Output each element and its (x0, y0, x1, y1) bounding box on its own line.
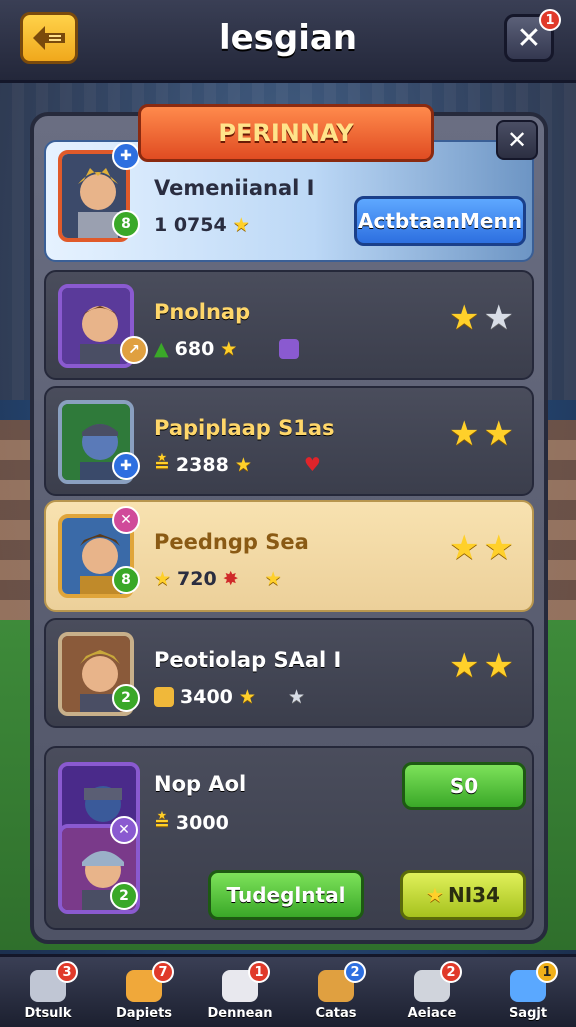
star-icon: ★ (449, 414, 484, 454)
panel-close-button[interactable]: ✕ (496, 120, 538, 160)
player-stat: ▲ 680 ★ (154, 338, 300, 360)
stat-value: 3000 (175, 812, 229, 834)
rating-stars: ★★ (449, 646, 518, 686)
gem-icon (279, 339, 300, 359)
stat-value: 720 (177, 568, 217, 590)
star-icon: ★ (483, 414, 518, 454)
star-badge-icon: ★ (264, 568, 282, 590)
nav-label: Dapiets (115, 1006, 173, 1021)
star-icon: ★ (483, 646, 518, 686)
nav-item-sagjt[interactable]: 1 Sagjt (480, 957, 576, 1027)
player-name: Pnolnap (154, 300, 251, 324)
nav-label: Catas (315, 1006, 357, 1021)
stat-value: 3400 (180, 686, 233, 708)
list-item[interactable]: ↗ Pnolnap ▲ 680 ★ ★★ (44, 270, 534, 380)
close-icon: ✕ (516, 20, 542, 56)
player-name: Papiplaap S1as (154, 416, 335, 440)
star-icon: ★ (449, 646, 484, 686)
notification-badge: 1 (539, 9, 561, 31)
list-item[interactable]: ✚ Papiplaap S1as ≛ 2388 ★ ♥ ★★ (44, 386, 534, 496)
rating-stars: ★★ (449, 528, 518, 568)
nav-item-dtsulk[interactable]: 3 Dtsulk (0, 957, 96, 1027)
star-icon: ★ (234, 454, 252, 476)
secondary-button[interactable]: Tudeglntal (208, 870, 364, 920)
heart-icon: ♥ (303, 454, 321, 476)
list-item-selected[interactable]: ✕ 8 Peedngp Sea ★ 720 ✸ ★ ★★ (44, 500, 534, 612)
class-badge: ✚ (112, 142, 140, 170)
arrow-up-icon: ▲ (154, 338, 169, 360)
page-title: lesgian (218, 18, 358, 58)
star-icon: ★ (232, 214, 250, 236)
notification-badge: 1 (536, 961, 558, 983)
notification-badge: 7 (152, 961, 174, 983)
rating-stars: ★★ (449, 298, 518, 338)
star-icon: ★ (220, 338, 238, 360)
action-button[interactable]: ActbtaanMenn (354, 196, 526, 246)
close-icon: ✕ (506, 126, 528, 154)
nav-item-aeiace[interactable]: 2 Aeiace (384, 957, 480, 1027)
confirm-button[interactable]: S0 (402, 762, 526, 810)
bottom-nav: 3 Dtsulk 7 Dapiets 1 Dennean 2 Catas 2 A… (0, 954, 576, 1027)
player-name: Peotiolap SAal I (154, 648, 342, 672)
star-icon: ★ (238, 686, 256, 708)
nav-item-dapiets[interactable]: 7 Dapiets (96, 957, 192, 1027)
class-badge: ✚ (112, 452, 140, 480)
stat-value: 680 (174, 338, 215, 360)
star-icon: ★ (426, 883, 444, 907)
player-name: Nop Aol (154, 772, 247, 796)
top-bar: lesgian ✕ 1 (0, 0, 576, 83)
player-name: Vemeniianal I (154, 176, 315, 200)
chest-icon (154, 687, 174, 707)
player-stat: ≛ 3000 (154, 812, 229, 834)
notification-badge: 2 (440, 961, 462, 983)
coin-icon: ≛ (154, 812, 170, 834)
notification-badge: 1 (248, 961, 270, 983)
player-name: Peedngp Sea (154, 530, 309, 554)
nav-label: Sagjt (508, 1006, 548, 1021)
list-item[interactable]: 2 Peotiolap SAal I 3400 ★ ★ ★★ (44, 618, 534, 728)
level-badge: 8 (112, 566, 140, 594)
notification-badge: 2 (344, 961, 366, 983)
level-badge: 8 (112, 210, 140, 238)
flower-icon: ✸ (222, 568, 239, 590)
player-stat: ≛ 2388 ★ ♥ (154, 454, 321, 476)
rock-icon: ★ (287, 686, 305, 708)
nav-label: Aeiace (407, 1006, 457, 1021)
coin-icon: ≛ (154, 454, 170, 476)
player-stat: 3400 ★ ★ (154, 686, 305, 708)
level-badge: ↗ (120, 336, 148, 364)
buy-button[interactable]: ★ NI34 (400, 870, 526, 920)
buy-label: NI34 (447, 883, 500, 907)
stat-value: 1 0754 (154, 214, 227, 236)
player-stat: 1 0754 ★ (154, 214, 250, 236)
panel-ribbon-title: PERINNAY (138, 104, 434, 162)
rating-stars: ★★ (449, 414, 518, 454)
star-icon: ★ (154, 568, 172, 590)
level-badge: 2 (112, 684, 140, 712)
star-icon: ★ (449, 528, 484, 568)
star-icon: ★ (483, 528, 518, 568)
nav-item-catas[interactable]: 2 Catas (288, 957, 384, 1027)
nav-item-dennean[interactable]: 1 Dennean (192, 957, 288, 1027)
level-badge: 2 (110, 882, 138, 910)
nav-label: Dtsulk (24, 1006, 72, 1021)
stat-value: 2388 (175, 454, 229, 476)
class-badge: ✕ (112, 506, 140, 534)
notification-badge: 3 (56, 961, 78, 983)
player-stat: ★ 720 ✸ ★ (154, 568, 282, 590)
nav-label: Dennean (207, 1006, 273, 1021)
list-item[interactable]: ✕ 2 Nop Aol ≛ 3000 S0 Tudeglntal ★ NI34 (44, 746, 534, 930)
close-button[interactable]: ✕ 1 (504, 9, 561, 62)
class-badge: ✕ (110, 816, 138, 844)
star-empty-icon: ★ (483, 298, 518, 338)
star-icon: ★ (449, 298, 484, 338)
